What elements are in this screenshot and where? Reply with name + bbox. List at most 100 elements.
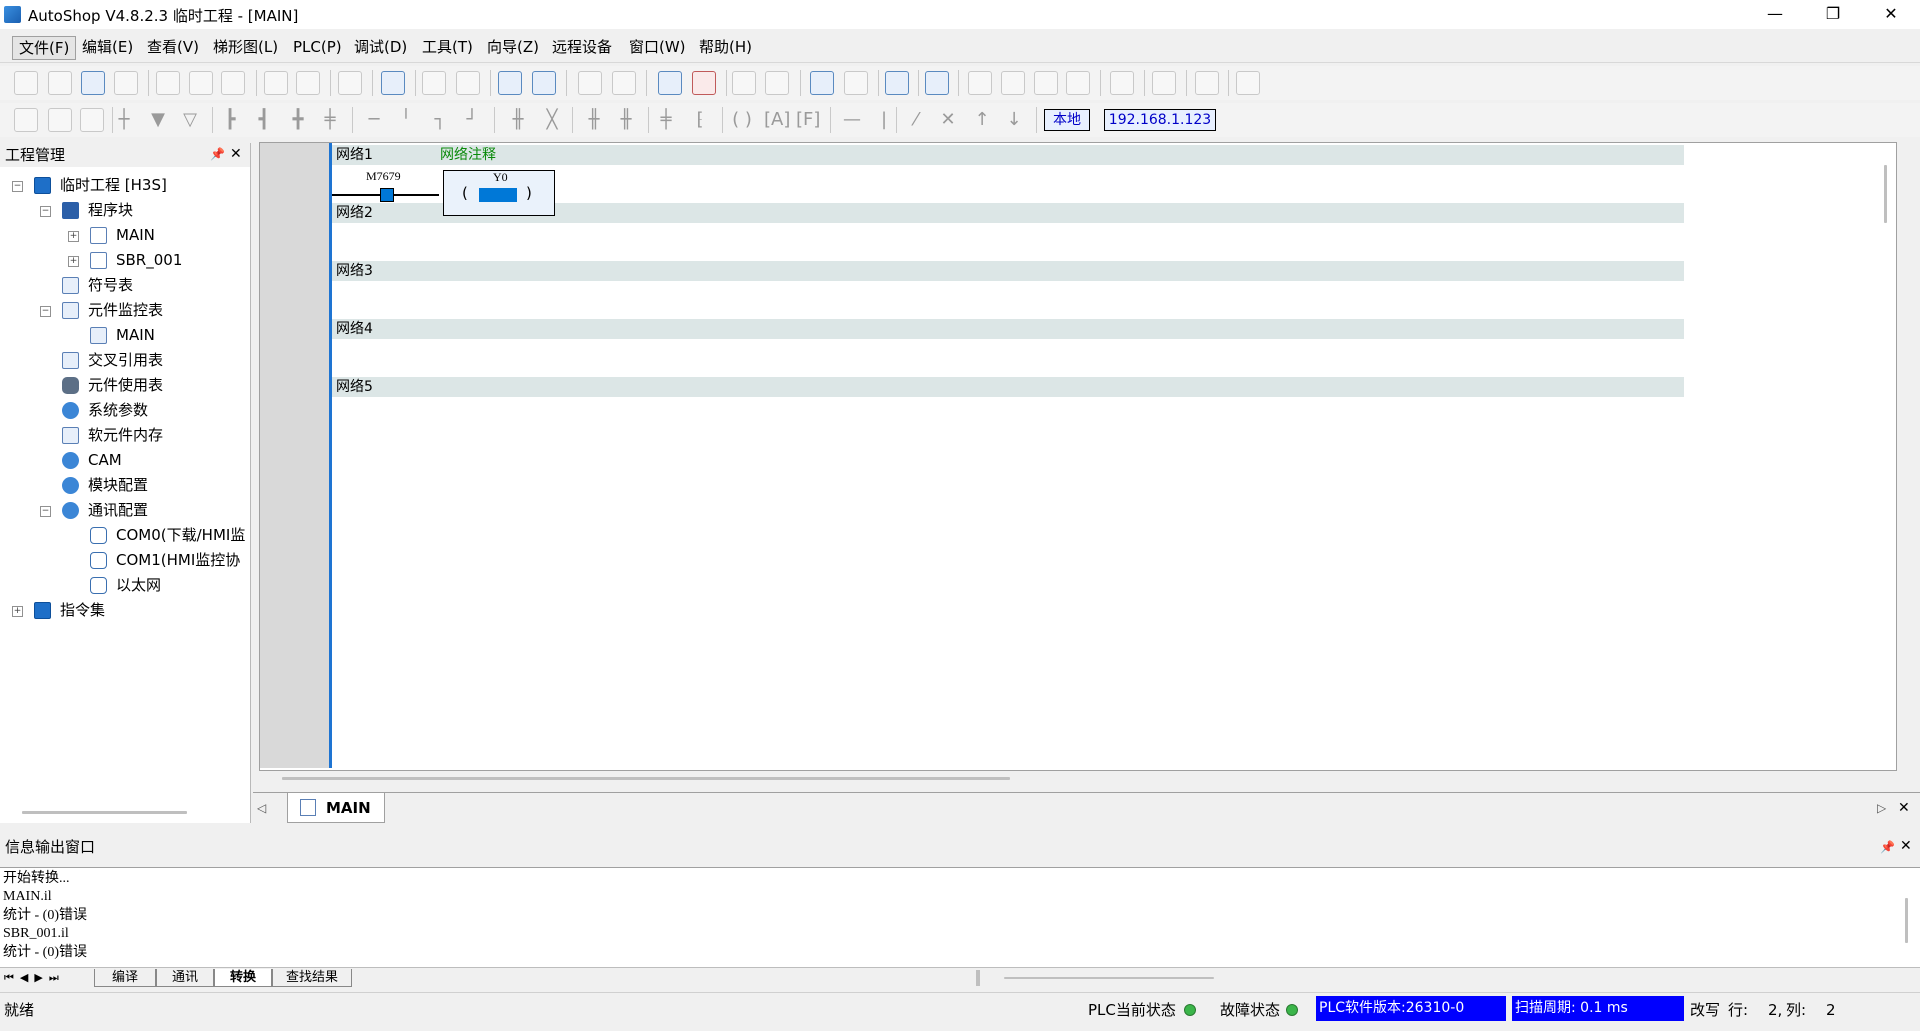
cut-icon[interactable]	[156, 71, 180, 95]
contact-no-icon[interactable]: ╫	[506, 108, 530, 132]
menu-help[interactable]: 帮助(H)	[693, 36, 758, 58]
expand-icon[interactable]: +	[68, 256, 79, 267]
tab-communication[interactable]: 通讯	[156, 969, 214, 987]
tree-item[interactable]: 交叉引用表	[0, 348, 250, 373]
tree-item[interactable]: 系统参数	[0, 398, 250, 423]
collapse-icon[interactable]: −	[40, 206, 51, 217]
new-file-icon[interactable]	[14, 71, 38, 95]
pin-icon[interactable]: 📌	[1880, 840, 1895, 854]
monitor-icon[interactable]	[810, 71, 834, 95]
tree-item[interactable]: COM0(下载/HMI监	[0, 523, 250, 548]
tab-main[interactable]: MAIN	[287, 793, 385, 823]
menu-edit[interactable]: 编辑(E)	[76, 36, 139, 58]
ladder-editor[interactable]: 网络1 网络注释 网络2 网络3 网络4 网络5 M7679 Y0 ( )	[259, 142, 1897, 780]
collapse-icon[interactable]: −	[40, 306, 51, 317]
close-panel-button[interactable]: ✕	[230, 146, 242, 162]
delete-icon[interactable]	[338, 71, 362, 95]
tree-item[interactable]: − 程序块	[0, 198, 250, 223]
tab-convert[interactable]: 转换	[214, 969, 272, 987]
upload-program-icon[interactable]	[765, 71, 789, 95]
contact-nc-icon[interactable]: ╳	[540, 108, 564, 132]
parallel-rising-icon[interactable]: ╋	[286, 108, 310, 132]
function-block-icon[interactable]: ⁅	[688, 108, 712, 132]
paste-icon[interactable]	[221, 71, 245, 95]
search-icon[interactable]	[381, 71, 405, 95]
network-comment[interactable]: 网络注释	[440, 145, 496, 165]
menu-ladder[interactable]: 梯形图(L)	[207, 36, 284, 58]
open-folder-icon[interactable]	[48, 71, 72, 95]
collapse-icon[interactable]: −	[40, 506, 51, 517]
sfc-view-icon[interactable]	[80, 108, 104, 132]
arrow-down-icon[interactable]: ↓	[1002, 108, 1026, 132]
tree-item[interactable]: 以太网	[0, 573, 250, 598]
normally-open-contact-icon[interactable]: ┼	[112, 108, 136, 132]
editor-horizontal-scrollbar[interactable]	[282, 777, 1010, 780]
printer-icon[interactable]	[456, 71, 480, 95]
tab-nav-buttons[interactable]: ⏮◀▶⏭	[4, 971, 65, 985]
tree-item[interactable]: 模块配置	[0, 473, 250, 498]
menu-window[interactable]: 窗口(W)	[623, 36, 692, 58]
distribute-icon[interactable]	[1066, 71, 1090, 95]
tree-item[interactable]: 符号表	[0, 273, 250, 298]
menu-file[interactable]: 文件(F)	[12, 36, 77, 60]
tab-scroll-right-button[interactable]: ▷	[1877, 801, 1886, 815]
menu-plc[interactable]: PLC(P)	[287, 36, 348, 58]
restore-button[interactable]: ❐	[1804, 0, 1862, 29]
close-tab-button[interactable]: ✕	[1898, 800, 1910, 816]
vertical-line-icon[interactable]: ╵	[394, 108, 418, 132]
output-horizontal-scrollbar[interactable]	[1004, 977, 1214, 979]
falling-edge-contact-icon[interactable]: ▽	[178, 108, 202, 132]
copy-icon[interactable]	[189, 71, 213, 95]
import-icon[interactable]	[1152, 71, 1176, 95]
horizontal-line-icon[interactable]: ─	[362, 108, 386, 132]
menu-wizard[interactable]: 向导(Z)	[481, 36, 545, 58]
expand-icon[interactable]: +	[68, 231, 79, 242]
invert-icon[interactable]: ╪	[654, 108, 678, 132]
menu-debug[interactable]: 调试(D)	[348, 36, 413, 58]
menu-view[interactable]: 查看(V)	[141, 36, 205, 58]
zoom-out-icon[interactable]	[1001, 71, 1025, 95]
statement-view-icon[interactable]	[48, 108, 72, 132]
monitor-stop-icon[interactable]	[844, 71, 868, 95]
line-down-icon[interactable]: ┐	[428, 108, 452, 132]
contact-rising-icon[interactable]: ╫	[582, 108, 606, 132]
arrow-up-icon[interactable]: ↑	[970, 108, 994, 132]
tab-find-results[interactable]: 查找结果	[272, 969, 352, 987]
align-icon[interactable]	[1034, 71, 1058, 95]
redo-icon[interactable]	[296, 71, 320, 95]
minimize-button[interactable]: —	[1746, 0, 1804, 29]
vertical-scrollbar[interactable]	[1884, 165, 1887, 223]
tree-item[interactable]: + MAIN	[0, 223, 250, 248]
print-icon[interactable]	[114, 71, 138, 95]
local-connection-button[interactable]: 本地	[1044, 109, 1090, 131]
tree-item[interactable]: CAM	[0, 448, 250, 473]
parallel-contact-icon[interactable]: ┣	[218, 108, 242, 132]
tree-item[interactable]: MAIN	[0, 323, 250, 348]
horizontal-scrollbar[interactable]	[22, 811, 187, 814]
run-icon[interactable]	[658, 71, 682, 95]
upload-icon[interactable]	[612, 71, 636, 95]
parallel-falling-icon[interactable]: ╪	[318, 108, 342, 132]
menu-remote-device[interactable]: 远程设备	[546, 36, 618, 58]
tree-item[interactable]: − 元件监控表	[0, 298, 250, 323]
contact-falling-icon[interactable]: ╫	[614, 108, 638, 132]
download-icon[interactable]	[578, 71, 602, 95]
ladder-view-icon[interactable]	[14, 108, 38, 132]
tree-item[interactable]: 软元件内存	[0, 423, 250, 448]
tree-item[interactable]: 元件使用表	[0, 373, 250, 398]
tree-item[interactable]: + SBR_001	[0, 248, 250, 273]
ip-address-button[interactable]: 192.168.1.123	[1104, 109, 1216, 131]
network-header[interactable]: 网络3	[332, 261, 1684, 281]
output-vertical-scrollbar[interactable]	[1905, 898, 1908, 943]
expand-icon[interactable]: +	[12, 606, 23, 617]
compile-icon[interactable]	[498, 71, 522, 95]
print-preview-icon[interactable]	[422, 71, 446, 95]
tab-scroll-left-button[interactable]: ◁	[257, 801, 266, 815]
device-icon[interactable]	[1110, 71, 1134, 95]
undo-icon[interactable]	[264, 71, 288, 95]
coil-element[interactable]	[479, 188, 517, 202]
close-window-button[interactable]: ✕	[1862, 0, 1920, 29]
panel-toggle-icon[interactable]	[1236, 71, 1260, 95]
tree-item[interactable]: COM1(HMI监控协	[0, 548, 250, 573]
line-up-icon[interactable]: ┘	[460, 108, 484, 132]
